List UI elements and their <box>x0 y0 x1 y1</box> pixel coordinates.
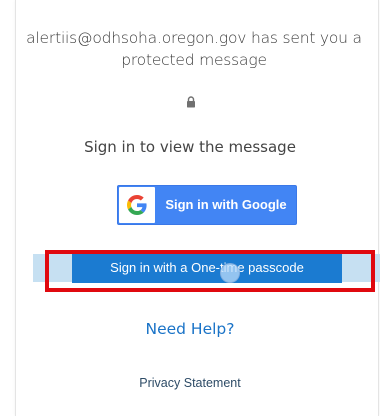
lock-icon <box>186 95 196 108</box>
google-signin-label: Sign in with Google <box>165 197 287 212</box>
sender-message: alertiis@odhsoha.oregon.gov has sent you… <box>26 29 362 69</box>
signin-prompt: Sign in to view the message <box>84 138 296 156</box>
annotation-highlight-box <box>45 250 375 292</box>
privacy-statement-link[interactable]: Privacy Statement <box>0 376 380 390</box>
google-signin-button[interactable]: Sign in with Google <box>117 185 297 225</box>
google-g-icon <box>127 195 147 215</box>
google-icon-box <box>119 187 155 223</box>
need-help-link[interactable]: Need Help? <box>0 320 380 338</box>
